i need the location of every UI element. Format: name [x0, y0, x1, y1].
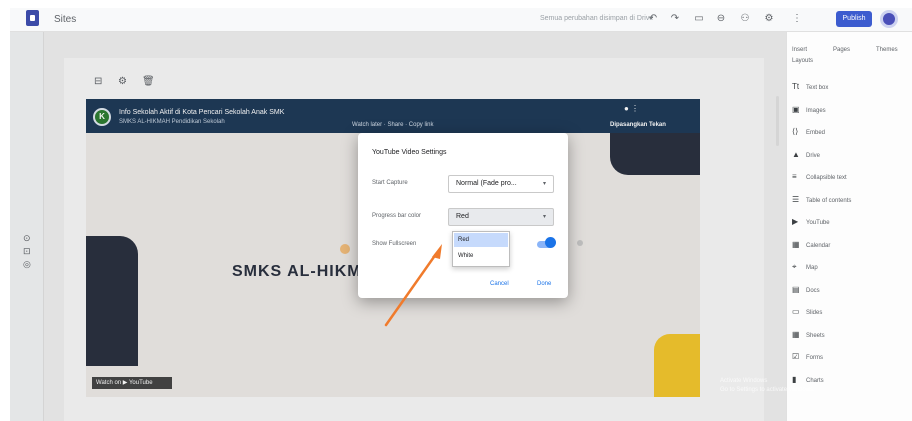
activate-windows-notice: Activate Windows Go to Settings to activ…	[720, 377, 815, 395]
activate-title: Activate Windows	[720, 378, 768, 384]
annotation-arrow	[384, 244, 442, 327]
activate-subtitle: Go to Settings to activate Windows.	[720, 387, 815, 393]
